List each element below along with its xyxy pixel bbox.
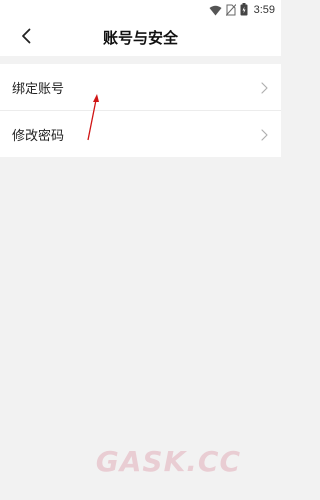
nav-bar: 账号与安全 <box>0 20 281 56</box>
change-password-item[interactable]: 修改密码 <box>0 110 281 157</box>
change-password-label: 修改密码 <box>12 128 65 144</box>
watermark-logo: GASK.CC <box>96 445 241 478</box>
status-bar: 3:59 <box>0 0 281 20</box>
bind-account-item[interactable]: 绑定账号 <box>0 64 281 110</box>
status-icons: 3:59 <box>209 2 275 18</box>
chevron-right-icon <box>259 80 269 94</box>
watermark-text: GASK.CC <box>95 445 241 478</box>
battery-icon <box>240 1 248 20</box>
page-title: 账号与安全 <box>102 29 178 47</box>
settings-list: 绑定账号 修改密码 <box>0 64 281 157</box>
bind-account-label: 绑定账号 <box>12 81 65 97</box>
wifi-icon <box>209 1 222 20</box>
status-time: 3:59 <box>253 4 275 16</box>
chevron-right-icon <box>259 127 269 141</box>
no-sim-icon <box>225 1 236 20</box>
